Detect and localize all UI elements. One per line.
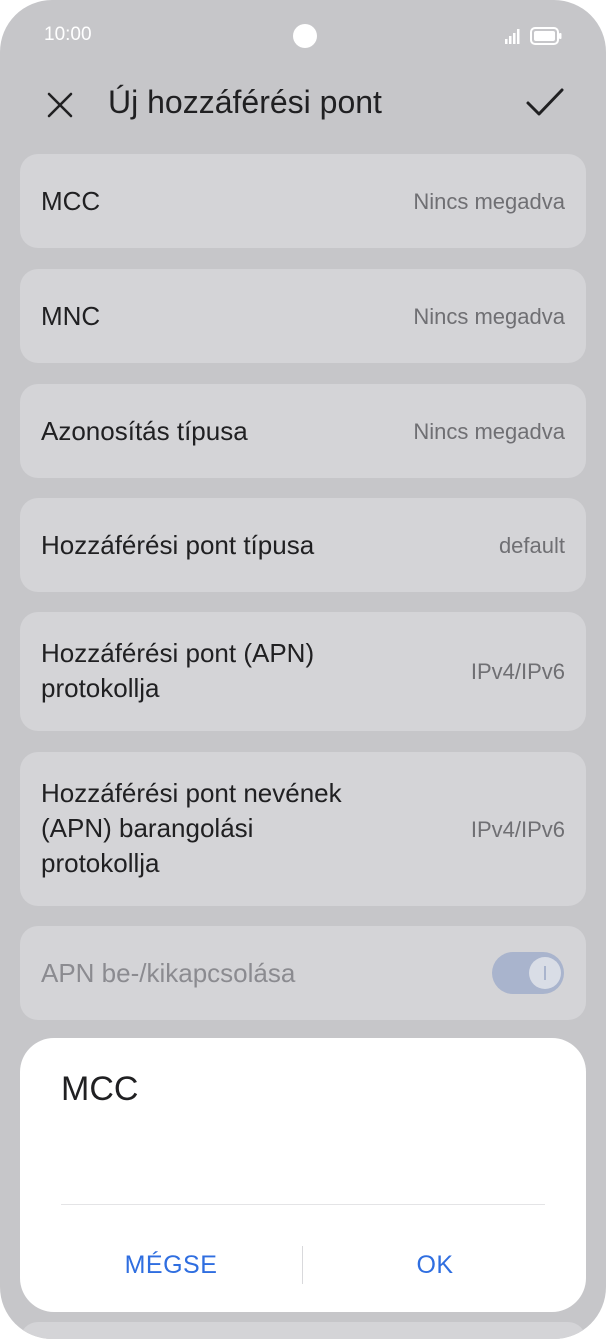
ok-button[interactable]: OK bbox=[325, 1232, 545, 1298]
setting-apn-roaming-protocol[interactable]: Hozzáférési pont nevének (APN) barangolá… bbox=[20, 752, 586, 906]
setting-apn-type[interactable]: Hozzáférési pont típusa default bbox=[20, 498, 586, 592]
status-time: 10:00 bbox=[44, 24, 92, 45]
setting-label-line: protokollja bbox=[41, 848, 160, 878]
apn-enable-toggle[interactable] bbox=[492, 952, 564, 994]
setting-next-peek bbox=[20, 1322, 586, 1339]
page-title: Új hozzáférési pont bbox=[108, 84, 382, 120]
setting-label: Azonosítás típusa bbox=[41, 416, 248, 446]
setting-value: Nincs megadva bbox=[413, 189, 565, 214]
setting-label: APN be-/kikapcsolása bbox=[41, 958, 296, 988]
input-underline bbox=[61, 1204, 545, 1205]
setting-value: Nincs megadva bbox=[413, 304, 565, 329]
setting-label: Hozzáférési pont (APN) protokollja bbox=[41, 636, 314, 706]
cancel-button[interactable]: MÉGSE bbox=[61, 1232, 281, 1298]
mcc-input[interactable] bbox=[61, 1148, 545, 1198]
toggle-knob bbox=[529, 957, 561, 989]
close-icon[interactable] bbox=[44, 89, 76, 121]
setting-value: IPv4/IPv6 bbox=[470, 817, 565, 842]
setting-auth-type[interactable]: Azonosítás típusa Nincs megadva bbox=[20, 384, 586, 478]
setting-mnc[interactable]: MNC Nincs megadva bbox=[20, 269, 586, 363]
signal-icon bbox=[505, 29, 520, 44]
button-divider bbox=[302, 1246, 303, 1284]
setting-label: Hozzáférési pont típusa bbox=[41, 530, 315, 560]
front-camera bbox=[293, 24, 317, 48]
check-icon[interactable] bbox=[524, 86, 566, 122]
setting-label: MCC bbox=[41, 186, 101, 216]
dialog-title: MCC bbox=[61, 1070, 139, 1108]
setting-apn-protocol[interactable]: Hozzáférési pont (APN) protokollja IPv4/… bbox=[20, 612, 586, 731]
setting-label: Hozzáférési pont nevének (APN) barangolá… bbox=[41, 776, 342, 881]
app-header: Új hozzáférési pont bbox=[0, 74, 606, 134]
setting-mcc[interactable]: MCC Nincs megadva bbox=[20, 154, 586, 248]
setting-label-line: (APN) barangolási bbox=[41, 813, 254, 843]
mcc-dialog: MCC MÉGSE OK bbox=[20, 1038, 586, 1312]
setting-value: Nincs megadva bbox=[413, 419, 565, 444]
setting-label-line: Hozzáférési pont (APN) bbox=[41, 638, 315, 668]
setting-label: MNC bbox=[41, 301, 101, 331]
setting-value: IPv4/IPv6 bbox=[470, 659, 565, 684]
setting-label-line: Hozzáférési pont nevének bbox=[41, 778, 342, 808]
setting-apn-enable: APN be-/kikapcsolása bbox=[20, 926, 586, 1020]
battery-icon bbox=[530, 27, 562, 45]
screen: 10:00 Új hozzáférési pont MCC Nincs mega… bbox=[0, 0, 606, 1339]
status-bar: 10:00 bbox=[0, 0, 606, 70]
setting-value: default bbox=[498, 533, 565, 558]
setting-label-line: protokollja bbox=[41, 673, 160, 703]
